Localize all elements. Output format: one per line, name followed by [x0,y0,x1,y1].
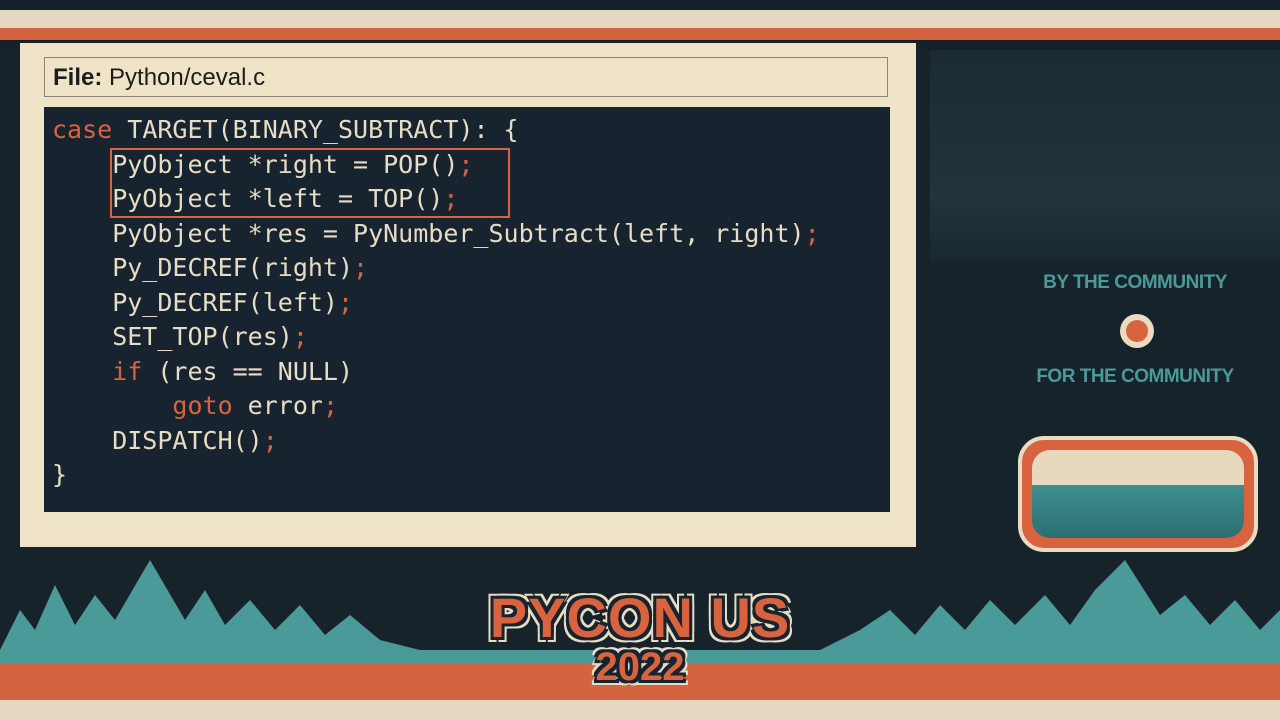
code-line-9: goto error; [52,391,338,420]
file-label: File: [53,64,103,91]
file-path: Python/ceval.c [109,64,266,91]
code-line-4: PyObject *res = PyNumber_Subtract(left, … [52,219,820,248]
code-line-1: case TARGET(BINARY_SUBTRACT): { [52,115,519,144]
tagline-top: BY THE COMMUNITY [1043,272,1227,293]
highlight-box [110,148,510,218]
slide-panel: File: Python/ceval.c case TARGET(BINARY_… [20,43,916,547]
pycon-title: PYCON US [489,586,791,649]
pycon-logo: PYCON US 2022 [465,585,815,705]
code-line-5: Py_DECREF(right); [52,253,369,282]
code-line-6: Py_DECREF(left); [52,288,354,317]
venue-logo-badge [1018,436,1258,552]
top-band-orange [0,28,1280,40]
top-band-dark [0,0,1280,10]
code-line-7: SET_TOP(res); [52,322,308,351]
dot-icon [1120,314,1154,348]
speaker-video [930,50,1280,260]
code-line-10: DISPATCH(); [52,426,278,455]
tagline-bottom: FOR THE COMMUNITY [1036,366,1234,387]
file-header: File: Python/ceval.c [44,57,888,97]
pycon-year: 2022 [595,645,685,689]
code-line-11: } [52,460,68,489]
code-block: case TARGET(BINARY_SUBTRACT): { PyObject… [44,107,890,512]
code-line-8: if (res == NULL) [52,357,354,386]
top-band-cream [0,10,1280,28]
